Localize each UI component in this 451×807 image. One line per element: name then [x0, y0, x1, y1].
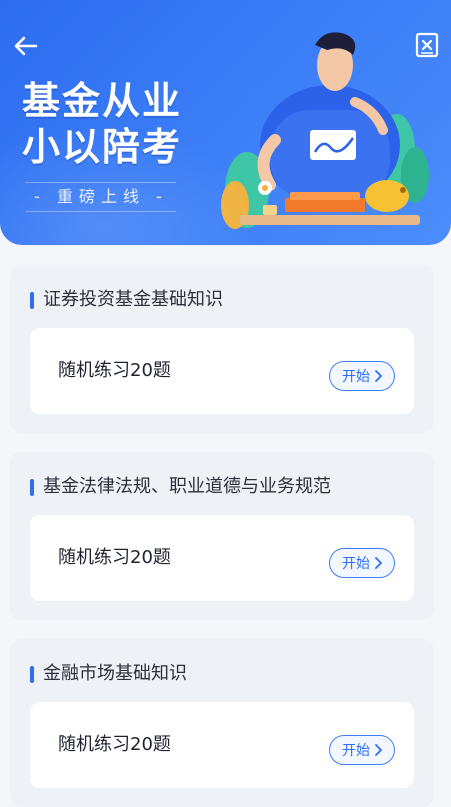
hero-tagline: - 重磅上线 -: [26, 182, 176, 212]
subject-title: 基金法律法规、职业道德与业务规范: [43, 476, 331, 497]
practice-row: 随机练习20题 开始: [30, 702, 414, 788]
study-illustration: [221, 32, 429, 229]
chevron-right-icon: [375, 744, 382, 756]
practice-row: 随机练习20题 开始: [30, 328, 414, 414]
hero-title: 基金从业 小以陪考: [22, 78, 182, 170]
subject-title: 金融市场基础知识: [43, 663, 187, 684]
subject-card-1: 证券投资基金基础知识 随机练习20题 开始: [10, 265, 434, 433]
chevron-right-icon: [375, 370, 382, 382]
start-button[interactable]: 开始: [329, 548, 395, 578]
hero-banner: 基金从业 小以陪考 - 重磅上线 -: [0, 0, 451, 245]
chevron-right-icon: [375, 557, 382, 569]
start-button[interactable]: 开始: [329, 361, 395, 391]
subject-card-2: 基金法律法规、职业道德与业务规范 随机练习20题 开始: [10, 452, 434, 620]
title-accent-bar: [30, 479, 34, 496]
title-accent-bar: [30, 666, 34, 683]
practice-label: 随机练习20题: [58, 547, 171, 568]
hero-title-line1: 基金从业: [22, 79, 183, 123]
practice-label: 随机练习20题: [58, 734, 171, 755]
practice-label: 随机练习20题: [58, 360, 171, 381]
subject-card-3: 金融市场基础知识 随机练习20题 开始: [10, 639, 434, 807]
subject-title: 证券投资基金基础知识: [43, 289, 223, 310]
start-button-label: 开始: [342, 556, 370, 572]
hero-title-line2: 小以陪考: [22, 125, 183, 169]
practice-row: 随机练习20题 开始: [30, 515, 414, 601]
start-button[interactable]: 开始: [329, 735, 395, 765]
back-arrow-icon[interactable]: [12, 32, 40, 60]
start-button-label: 开始: [342, 743, 370, 759]
title-accent-bar: [30, 292, 34, 309]
start-button-label: 开始: [342, 369, 370, 385]
